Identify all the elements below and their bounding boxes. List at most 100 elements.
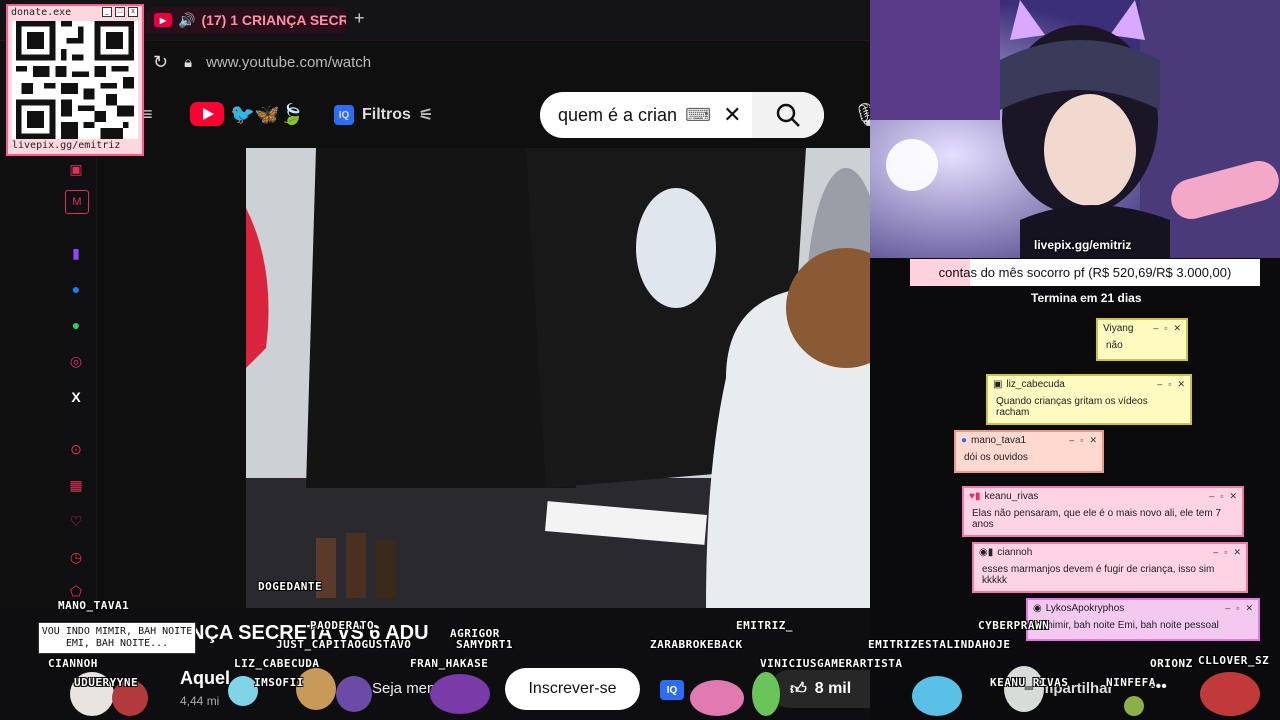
chat-text: dói os ouvidos	[956, 448, 1102, 471]
thumbs-up-icon: 👍︎	[790, 680, 807, 698]
iq-icon: IQ	[334, 105, 354, 125]
minimize-icon[interactable]: –	[1157, 379, 1162, 390]
clear-search-icon[interactable]: ✕	[723, 102, 741, 128]
viewer-name: LIZ_CABECUDA	[234, 657, 320, 670]
viewer-name: UDUERYYNE	[74, 676, 139, 689]
viewer-name: MANO_TAVA1	[58, 599, 130, 612]
reload-icon[interactable]: ↻	[153, 52, 168, 73]
sliders-icon: ⚟	[418, 107, 434, 124]
messenger-icon[interactable]: ●	[65, 278, 87, 300]
maximize-icon[interactable]: □	[115, 7, 125, 17]
maximize-icon[interactable]: ▫	[1220, 491, 1223, 502]
search-value: quem é a crian	[558, 104, 678, 125]
chat-message: ◉ LykosApokryphos – ▫ ✕ o mimir, bah noite E…	[1026, 598, 1260, 641]
channel-name[interactable]: Aquel	[180, 668, 230, 689]
search-button[interactable]	[752, 92, 824, 138]
maximize-icon[interactable]: ▫	[1224, 547, 1227, 558]
url-text: www.youtube.com/watch	[206, 53, 372, 71]
keyboard-icon[interactable]: ⌨	[685, 105, 711, 126]
close-icon[interactable]: ✕	[1177, 379, 1185, 390]
lock-icon: 🔒︎	[184, 53, 193, 71]
viewer-name: EMITRIZESTALINDAHOJE	[868, 638, 1011, 651]
like-button[interactable]: 👍︎ 8 mil	[770, 670, 870, 708]
extension-icons[interactable]: 🐦🦋🍃	[230, 102, 305, 127]
minimize-icon[interactable]: –	[1153, 323, 1158, 334]
sidebar-icon-app[interactable]: ▣	[65, 158, 87, 180]
badge-icon: ♥▮	[969, 490, 981, 502]
close-icon[interactable]: x	[128, 7, 138, 17]
video-player[interactable]	[246, 148, 870, 608]
instagram-icon[interactable]: ◎	[65, 350, 87, 372]
mail-icon[interactable]: M	[65, 190, 89, 214]
viewer-avatar	[752, 672, 780, 716]
webcam-feed	[870, 0, 1280, 258]
whatsapp-icon[interactable]: ●	[65, 314, 87, 336]
viewer-avatar	[1004, 666, 1044, 712]
heart-icon[interactable]: ♡	[65, 510, 87, 532]
qr-window-title: donate.exe	[11, 7, 72, 18]
chat-text: não	[1098, 336, 1186, 359]
maximize-icon[interactable]: ▫	[1168, 379, 1171, 390]
video-frame	[246, 148, 870, 608]
chat-text: Quando crianças gritam os vídeos racham	[988, 392, 1190, 423]
apps-grid-icon[interactable]: ▦	[65, 474, 87, 496]
history-icon[interactable]: ◷	[65, 546, 87, 568]
donate-qr-window: donate.exe _ □ x livepix.gg/emitriz	[6, 4, 144, 156]
chat-username: LykosApokryphos	[1045, 602, 1125, 614]
minimize-icon[interactable]: –	[1209, 491, 1214, 502]
tab-active[interactable]: ▶ 🔊 (17) 1 CRIANÇA SECRETA	[146, 7, 346, 33]
close-icon[interactable]: ✕	[1173, 323, 1181, 334]
viewer-name: PAODERATO	[310, 619, 375, 632]
filters-button[interactable]: IQ Filtros ⚟	[334, 98, 433, 132]
chat-username: Viyang	[1103, 322, 1134, 334]
close-icon[interactable]: ✕	[1089, 435, 1097, 446]
chat-username: mano_tava1	[971, 434, 1027, 446]
viewer-name: CYBERPRAWN	[978, 619, 1050, 632]
viewer-avatar	[1124, 696, 1144, 716]
viewer-name: CIANNOH	[48, 657, 98, 670]
youtube-header: ≡ 🐦🦋🍃 IQ Filtros ⚟ quem é a crian ⌨ ✕ 🎙	[140, 92, 880, 140]
chat-message: ▣ liz_cabecuda – ▫ ✕ Quando crianças gritam …	[986, 374, 1192, 425]
viewer-avatar	[336, 676, 372, 712]
viewer-avatar	[430, 674, 490, 714]
minimize-icon[interactable]: –	[1213, 547, 1218, 558]
chat-text: esses marmanjos devem é fugir de criança…	[974, 560, 1246, 591]
qr-window-controls: _ □ x	[102, 7, 138, 17]
viewer-name: IMSOFII	[254, 676, 304, 689]
qr-code-icon	[12, 21, 138, 139]
chat-message: ◉▮ ciannoh – ▫ ✕ esses marmanjos devem é fug…	[972, 542, 1248, 593]
viewer-name: EMITRIZ_	[736, 619, 793, 632]
browser-sidebar: ▣ M ▮ ● ● ◎ X ⊙ ▦ ♡ ◷ ⬠	[56, 150, 97, 620]
subscribe-button[interactable]: Inscrever-se	[505, 668, 640, 710]
webcam-image	[870, 0, 1280, 258]
chat-message: Viyang – ▫ ✕ não	[1096, 318, 1188, 361]
speaker-icon[interactable]: 🔊	[178, 12, 195, 29]
chat-username: ciannoh	[997, 546, 1033, 558]
viewer-avatar	[296, 668, 336, 710]
close-icon[interactable]: ✕	[1229, 491, 1237, 502]
play-icon[interactable]: ⊙	[65, 438, 87, 460]
address-bar[interactable]: › ↻ 🔒︎ www.youtube.com/watch	[130, 44, 870, 80]
badge-icon: ◉▮	[979, 546, 994, 558]
youtube-logo-icon[interactable]	[190, 102, 224, 126]
maximize-icon[interactable]: ▫	[1164, 323, 1167, 334]
close-icon[interactable]: ✕	[1245, 603, 1253, 614]
viewer-name: ZARABROKEBACK	[650, 638, 743, 651]
badge-icon: ▣	[993, 378, 1003, 390]
iq-extension-icon[interactable]: IQ	[660, 680, 684, 700]
maximize-icon[interactable]: ▫	[1236, 603, 1239, 614]
viewer-name: SAMYDRT1	[456, 638, 513, 651]
twitch-icon[interactable]: ▮	[65, 242, 87, 264]
maximize-icon[interactable]: ▫	[1080, 435, 1083, 446]
minimize-icon[interactable]: _	[102, 7, 112, 17]
x-icon[interactable]: X	[65, 386, 87, 408]
new-tab-button[interactable]: +	[354, 8, 365, 29]
tab-title: (17) 1 CRIANÇA SECRETA	[201, 12, 346, 28]
close-icon[interactable]: ✕	[1233, 547, 1241, 558]
donation-goal-deadline: Termina em 21 dias	[1031, 291, 1142, 305]
minimize-icon[interactable]: –	[1069, 435, 1074, 446]
viewer-avatar	[1200, 672, 1260, 716]
minimize-icon[interactable]: –	[1225, 603, 1230, 614]
viewer-name: FRAN_HAKASE	[410, 657, 489, 670]
viewer-avatar	[912, 676, 962, 716]
